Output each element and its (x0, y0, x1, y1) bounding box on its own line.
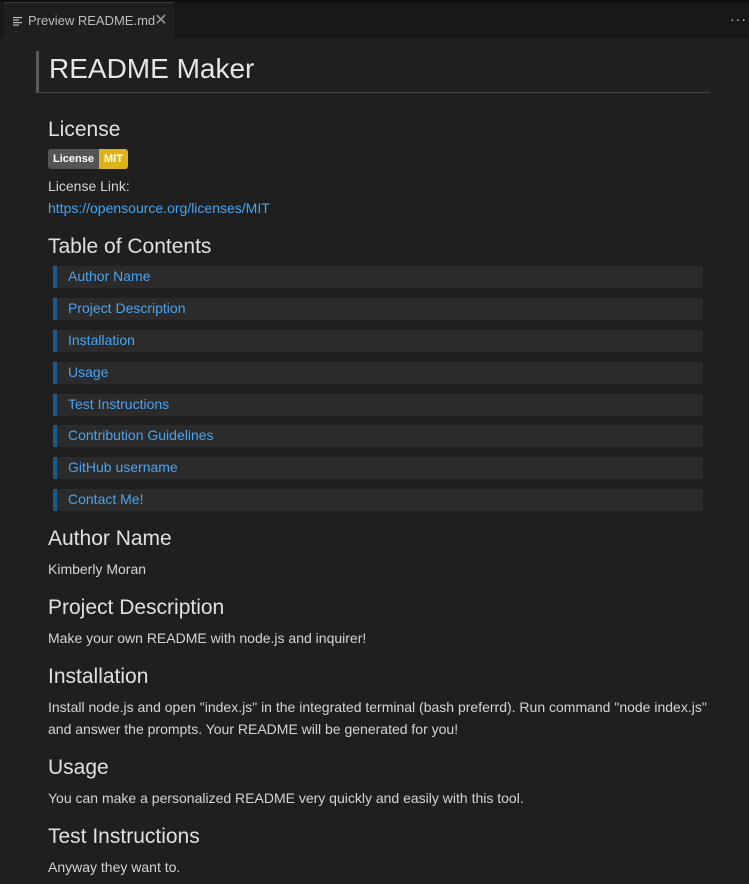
toc-item-test-instructions[interactable]: Test Instructions (53, 394, 703, 416)
more-actions-icon[interactable]: ··· (730, 11, 747, 27)
preview-lines-icon (13, 16, 22, 26)
heading-test-instructions: Test Instructions (48, 825, 200, 848)
toc-item-project-description[interactable]: Project Description (53, 298, 703, 320)
toc-item-contact-me[interactable]: Contact Me! (53, 489, 703, 511)
markdown-preview: README Maker License License MIT License… (0, 38, 749, 884)
title-block: README Maker (36, 51, 710, 93)
toc-link[interactable]: Usage (68, 364, 108, 380)
test-instructions-text: Anyway they want to. (48, 859, 181, 875)
editor-tab-bar: Preview README.md ✕ ··· (0, 0, 749, 38)
installation-text-line-2: and answer the prompts. Your README will… (48, 721, 459, 737)
tab-preview-readme[interactable]: Preview README.md ✕ (4, 2, 174, 38)
installation-text-line-1: Install node.js and open "index.js" in t… (48, 699, 707, 715)
tab-title: Preview README.md (28, 13, 156, 28)
toc-item-usage[interactable]: Usage (53, 362, 703, 384)
toc-item-author-name[interactable]: Author Name (53, 266, 703, 288)
page-title: README Maker (49, 53, 255, 84)
toc-link[interactable]: Contribution Guidelines (68, 427, 214, 443)
author-name-text: Kimberly Moran (48, 561, 147, 577)
license-link[interactable]: https://opensource.org/licenses/MIT (48, 197, 270, 219)
heading-author-name: Author Name (48, 527, 172, 550)
toc-link[interactable]: Contact Me! (68, 491, 143, 507)
toc-link[interactable]: Project Description (68, 300, 186, 316)
license-badge[interactable]: License MIT (48, 149, 128, 169)
toc-link[interactable]: Installation (68, 332, 135, 348)
license-badge-label: License (48, 149, 99, 169)
toc-link[interactable]: Author Name (68, 268, 150, 284)
toc-item-contribution-guidelines[interactable]: Contribution Guidelines (53, 425, 703, 447)
usage-text: You can make a personalized README very … (48, 790, 524, 806)
heading-installation: Installation (48, 665, 149, 688)
license-link-label: License Link: (48, 178, 130, 194)
toc-item-installation[interactable]: Installation (53, 330, 703, 352)
toc-link[interactable]: GitHub username (68, 459, 178, 475)
heading-license: License (48, 118, 121, 141)
toc-item-github-username[interactable]: GitHub username (53, 457, 703, 479)
heading-usage: Usage (48, 756, 109, 779)
heading-project-description: Project Description (48, 596, 225, 619)
toc-link[interactable]: Test Instructions (68, 396, 169, 412)
project-description-text: Make your own README with node.js and in… (48, 630, 367, 646)
close-icon[interactable]: ✕ (154, 12, 168, 29)
heading-table-of-contents: Table of Contents (48, 235, 212, 258)
license-badge-value: MIT (98, 149, 128, 169)
